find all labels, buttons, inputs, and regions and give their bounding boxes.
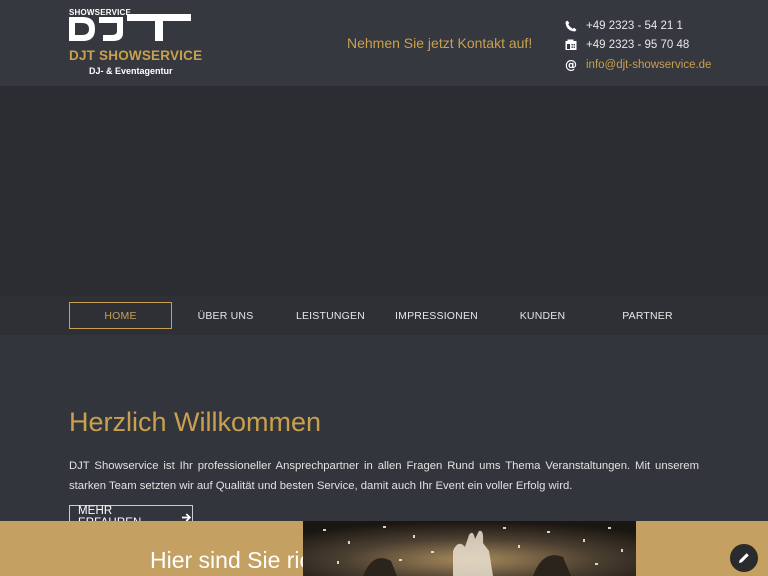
welcome-heading: Herzlich Willkommen [69, 407, 322, 437]
email-link[interactable]: info@djt-showservice.de [586, 59, 711, 71]
nav-item-ueber-uns[interactable]: ÜBER UNS [174, 302, 277, 329]
logo-subtitle: DJ- & Eventagentur [89, 66, 173, 76]
welcome-section: Herzlich Willkommen DJT Showservice ist … [0, 335, 768, 529]
fax-number[interactable]: +49 2323 - 95 70 48 [586, 39, 689, 51]
logo-small-text: SHOWSERVICE [69, 8, 132, 17]
contact-fax[interactable]: +49 2323 - 95 70 48 [565, 36, 735, 56]
welcome-text: DJT Showservice ist Ihr professioneller … [69, 460, 699, 492]
nav-item-impressionen[interactable]: IMPRESSIONEN [385, 302, 488, 329]
svg-text:@: @ [565, 59, 577, 71]
main-nav: HOME ÜBER UNS LEISTUNGEN IMPRESSIONEN KU… [0, 296, 768, 335]
site-logo[interactable]: SHOWSERVICE DJT SHOWSERVICE DJ- & Eventa… [69, 8, 202, 80]
site-header: SHOWSERVICE DJT SHOWSERVICE DJ- & Eventa… [0, 0, 768, 86]
phone-icon [565, 20, 577, 32]
nav-item-leistungen[interactable]: LEISTUNGEN [279, 302, 382, 329]
phone-number[interactable]: +49 2323 - 54 21 1 [586, 20, 683, 32]
fax-icon [565, 39, 577, 51]
feature-band: Hier sind Sie rich [0, 521, 768, 576]
logo-name: DJT SHOWSERVICE [69, 48, 203, 63]
party-photo [303, 521, 636, 576]
pencil-icon [739, 553, 749, 563]
at-icon: @ [565, 59, 577, 71]
nav-item-kunden[interactable]: KUNDEN [491, 302, 594, 329]
nav-item-home[interactable]: HOME [69, 302, 172, 329]
feature-heading: Hier sind Sie rich [150, 547, 324, 573]
contact-tagline: Nehmen Sie jetzt Kontakt auf! [347, 35, 533, 51]
edit-button[interactable] [729, 543, 759, 573]
party-photo-art [303, 521, 636, 576]
hero-banner [0, 86, 768, 296]
nav-item-partner[interactable]: PARTNER [596, 302, 699, 329]
contact-phone[interactable]: +49 2323 - 54 21 1 [565, 16, 735, 36]
contact-email[interactable]: @ info@djt-showservice.de [565, 55, 735, 75]
contact-list: +49 2323 - 54 21 1 +49 2323 - 95 70 48 @… [565, 16, 735, 75]
